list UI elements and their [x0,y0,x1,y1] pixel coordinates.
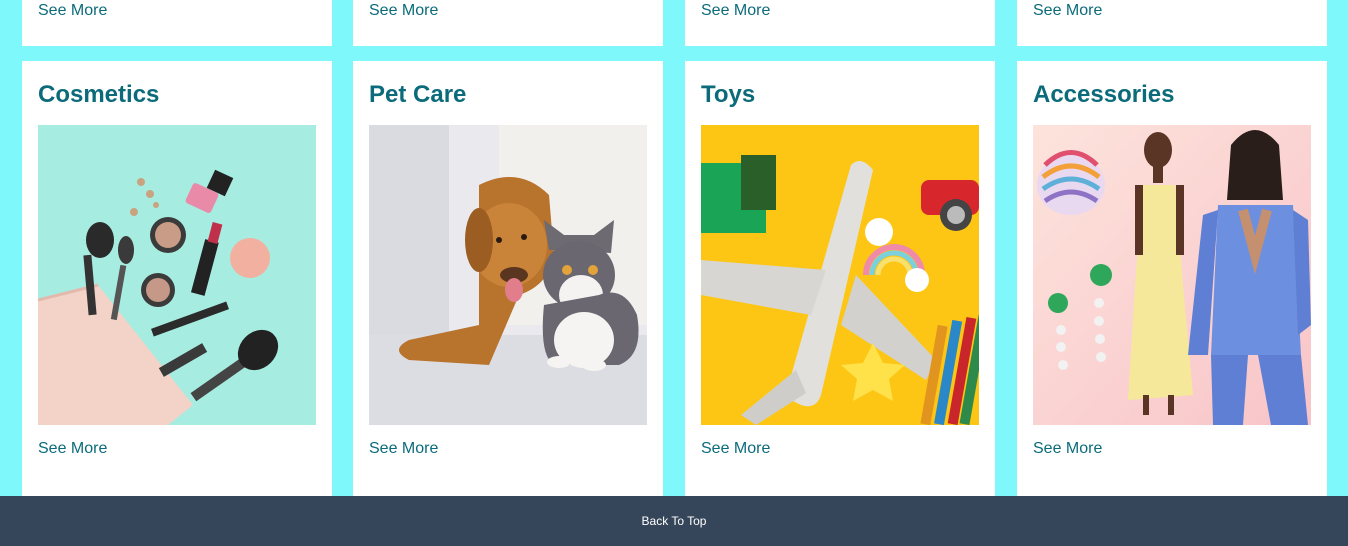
card-title: Toys [701,81,756,108]
card-title: Accessories [1033,81,1175,108]
see-more-link[interactable]: See More [38,1,107,21]
accessories-image[interactable] [1033,125,1311,425]
category-card-top-1: See More [22,0,332,46]
category-card-accessories: Accessories See More [1017,61,1327,511]
back-to-top-link[interactable]: Back To Top [642,514,707,528]
toys-image[interactable] [701,125,979,425]
see-more-link[interactable]: See More [38,439,107,459]
card-title: Pet Care [369,81,467,108]
see-more-link[interactable]: See More [369,439,438,459]
category-card-top-4: See More [1017,0,1327,46]
category-card-cosmetics: Cosmetics See More [22,61,332,511]
see-more-link[interactable]: See More [701,1,770,21]
see-more-link[interactable]: See More [1033,1,1102,21]
card-title: Cosmetics [38,81,160,108]
footer-bar: Back To Top [0,496,1348,546]
category-card-top-3: See More [685,0,995,46]
category-card-toys: Toys See More [685,61,995,511]
category-card-top-2: See More [353,0,663,46]
cosmetics-image[interactable] [38,125,316,425]
see-more-link[interactable]: See More [701,439,770,459]
category-card-pet-care: Pet Care See More [353,61,663,511]
category-page: See More See More See More See More Cosm… [0,0,1348,546]
see-more-link[interactable]: See More [369,1,438,21]
see-more-link[interactable]: See More [1033,439,1102,459]
pet-care-image[interactable] [369,125,647,425]
